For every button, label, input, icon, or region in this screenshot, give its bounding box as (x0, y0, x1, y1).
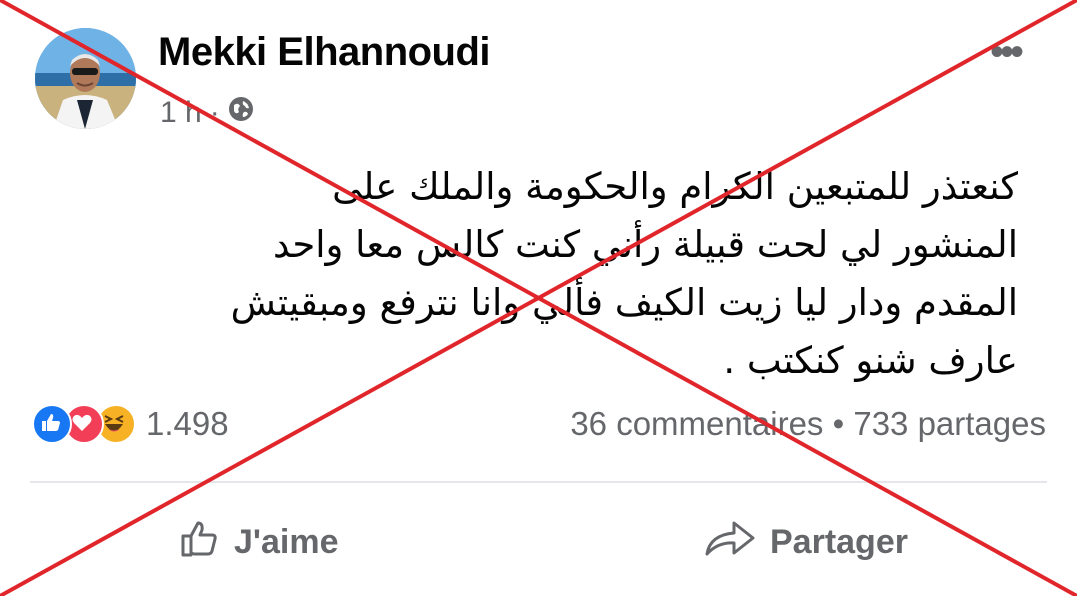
reaction-count[interactable]: 1.498 (146, 405, 229, 443)
share-arrow-icon (704, 518, 756, 567)
divider (30, 481, 1047, 483)
comments-count[interactable]: 36 commentaires (570, 405, 823, 442)
like-icon (32, 404, 72, 444)
shares-count[interactable]: 733 partages (853, 405, 1046, 442)
stats-separator: • (832, 405, 845, 442)
post-body-line: المقدم ودار ليا زيت الكيف فألي وانا نترف… (230, 281, 1018, 324)
post-body: كنعتذر للمتبعين الكرام والحكومة والملك ع… (160, 158, 1018, 390)
facebook-post: Mekki Elhannoudi 1 h · ••• كنعتذر للمتبع… (0, 0, 1077, 596)
meta-separator: · (209, 96, 220, 129)
post-body-line: كنعتذر للمتبعين الكرام والحكومة والملك ع… (332, 165, 1018, 208)
like-label: J'aime (234, 523, 339, 561)
thumbs-up-icon (180, 518, 220, 567)
avatar-photo (35, 28, 136, 129)
post-stats: 36 commentaires • 733 partages (570, 405, 1046, 443)
author-name[interactable]: Mekki Elhannoudi (158, 30, 491, 75)
like-button[interactable]: J'aime (180, 518, 339, 567)
avatar[interactable] (35, 28, 136, 129)
globe-icon (228, 96, 254, 130)
more-options-icon[interactable]: ••• (990, 30, 1024, 75)
post-body-line: المنشور لي لحت قبيلة رأني كنت كالس معا و… (272, 223, 1018, 266)
share-button[interactable]: Partager (704, 518, 908, 567)
post-time[interactable]: 1 h (160, 96, 202, 130)
post-body-line: عارف شنو كنكتب . (723, 339, 1018, 382)
post-meta: 1 h · (160, 96, 254, 130)
reaction-summary[interactable]: 1.498 (32, 404, 229, 444)
share-label: Partager (770, 523, 908, 561)
